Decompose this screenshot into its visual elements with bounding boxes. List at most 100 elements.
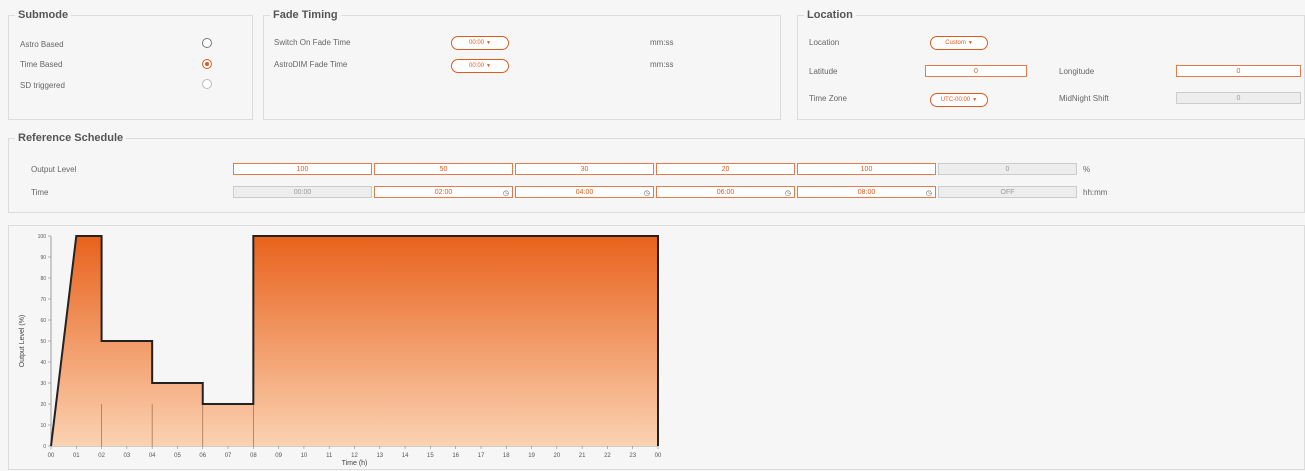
time-input-6-value: OFF [1000, 189, 1015, 196]
x-tick-label: 08 [250, 453, 257, 459]
time-label: Time [31, 188, 49, 197]
chevron-down-icon: ▼ [486, 40, 491, 46]
x-tick-label: 16 [452, 453, 459, 459]
output-level-unit: % [1083, 165, 1091, 174]
y-tick-label: 50 [40, 339, 46, 345]
switch-on-fade-unit: mm:ss [650, 38, 674, 47]
x-tick-label: 02 [98, 453, 105, 459]
x-tick-label: 06 [199, 453, 206, 459]
time-input-5[interactable]: 08:00 ◷ [797, 186, 936, 198]
astrodim-fade-unit: mm:ss [650, 60, 674, 69]
location-label: Location [809, 38, 840, 47]
x-tick-label: 23 [629, 453, 636, 459]
switch-on-fade-dropdown[interactable]: 00:00 ▼ [451, 36, 509, 50]
radio-astro-based[interactable] [202, 38, 212, 48]
latitude-label: Latitude [809, 67, 838, 76]
x-tick-label: 09 [275, 453, 282, 459]
time-input-5-value: 08:00 [857, 189, 876, 196]
time-input-2[interactable]: 02:00 ◷ [374, 186, 513, 198]
y-axis-title: Output Level (%) [19, 315, 26, 368]
x-tick-label: 20 [553, 453, 560, 459]
location-dropdown[interactable]: Custom ▼ [930, 36, 988, 50]
time-input-4-value: 06:00 [716, 189, 735, 196]
reference-schedule-panel: Reference Schedule Output Level 100 50 3… [8, 132, 1305, 213]
midnight-shift-input[interactable]: 0 [1176, 92, 1301, 104]
time-input-2-value: 02:00 [434, 189, 453, 196]
submode-title: Submode [15, 9, 72, 21]
reference-schedule-title: Reference Schedule [15, 132, 127, 144]
output-level-label: Output Level [31, 165, 77, 174]
switch-on-fade-label: Switch On Fade Time [274, 38, 351, 47]
output-level-chart: 010203040506070809010000 01 02 03 04 05 06 07 08… [19, 234, 662, 467]
option-time-label: Time Based [20, 60, 63, 69]
y-tick-label: 20 [40, 402, 46, 408]
time-input-1[interactable]: 00:00 [233, 186, 372, 198]
chart-panel: 0 10 20 30 40 50 60 70 80 90 100 00 01 02 03 04 05 06 07 08… [8, 225, 1305, 470]
x-tick-label: 22 [604, 453, 611, 459]
y-tick-label: 90 [40, 255, 46, 261]
time-input-4[interactable]: 06:00 ◷ [656, 186, 795, 198]
clock-icon[interactable]: ◷ [785, 188, 791, 199]
x-tick-label: 07 [225, 453, 232, 459]
location-title: Location [804, 9, 856, 21]
x-tick-label: 05 [174, 453, 181, 459]
x-tick-label: 00 [48, 453, 55, 459]
clock-icon[interactable]: ◷ [503, 188, 509, 199]
output-level-input-5[interactable]: 100 [797, 163, 936, 175]
y-tick-label: 30 [40, 381, 46, 387]
x-tick-label: 13 [376, 453, 383, 459]
chevron-down-icon: ▼ [972, 97, 978, 103]
x-tick-label: 19 [528, 453, 535, 459]
option-sd-label: SD triggered [20, 81, 65, 90]
output-level-input-1[interactable]: 100 [233, 163, 372, 175]
time-input-1-value: 00:00 [293, 189, 312, 196]
y-tick-label: 0 [43, 444, 46, 450]
chevron-down-icon: ▼ [486, 63, 491, 69]
clock-icon[interactable]: ◷ [926, 188, 932, 199]
midnight-shift-label: MidNight Shift [1059, 94, 1109, 103]
longitude-label: Longitude [1059, 67, 1095, 76]
x-tick-label: 17 [478, 453, 485, 459]
time-input-3[interactable]: 04:00 ◷ [515, 186, 654, 198]
y-tick-label: 70 [40, 297, 46, 303]
radio-time-based[interactable] [202, 59, 212, 69]
x-tick-label: 18 [503, 453, 510, 459]
timezone-value: UTC-00:00 [940, 97, 971, 103]
radio-sd-triggered[interactable] [202, 79, 212, 89]
time-input-6[interactable]: OFF [938, 186, 1077, 198]
astrodim-fade-label: AstroDIM Fade Time [274, 60, 348, 69]
x-tick-label: 15 [427, 453, 434, 459]
x-tick-label: 12 [351, 453, 358, 459]
switch-on-fade-value: 00:00 [469, 40, 485, 46]
fade-timing-panel: Fade Timing Switch On Fade Time 00:00 ▼ m… [263, 9, 781, 120]
timezone-label: Time Zone [809, 94, 847, 103]
output-level-input-2[interactable]: 50 [374, 163, 513, 175]
astrodim-fade-dropdown[interactable]: 00:00 ▼ [451, 59, 509, 73]
longitude-input[interactable]: 0 [1176, 65, 1301, 77]
time-unit: hh:mm [1083, 188, 1108, 197]
clock-icon[interactable]: ◷ [644, 188, 650, 199]
x-tick-label: 04 [149, 453, 156, 459]
x-tick-label: 11 [326, 453, 333, 459]
x-tick-label: 14 [402, 453, 409, 459]
timezone-dropdown[interactable]: UTC-00:00 ▼ [930, 93, 988, 107]
y-tick-label: 40 [40, 360, 46, 366]
output-level-input-6[interactable]: 0 [938, 163, 1077, 175]
latitude-input[interactable]: 0 [925, 65, 1027, 77]
x-tick-label: 21 [579, 453, 586, 459]
y-tick-label: 60 [40, 318, 46, 324]
chevron-down-icon: ▼ [967, 40, 973, 46]
option-astro-label: Astro Based [20, 40, 64, 49]
astrodim-fade-value: 00:00 [469, 63, 485, 69]
output-level-input-4[interactable]: 20 [656, 163, 795, 175]
x-tick-label: 03 [124, 453, 131, 459]
y-tick-label: 100 [38, 234, 47, 240]
y-tick-label: 80 [40, 276, 46, 282]
x-axis-title: Time (h) [342, 460, 368, 467]
y-tick-label: 10 [40, 423, 46, 429]
time-input-3-value: 04:00 [575, 189, 594, 196]
x-tick-label: 00 [655, 453, 662, 459]
location-value: Custom [945, 40, 966, 46]
output-level-input-3[interactable]: 30 [515, 163, 654, 175]
submode-panel: Submode Astro Based Time Based SD trigge… [8, 9, 253, 120]
